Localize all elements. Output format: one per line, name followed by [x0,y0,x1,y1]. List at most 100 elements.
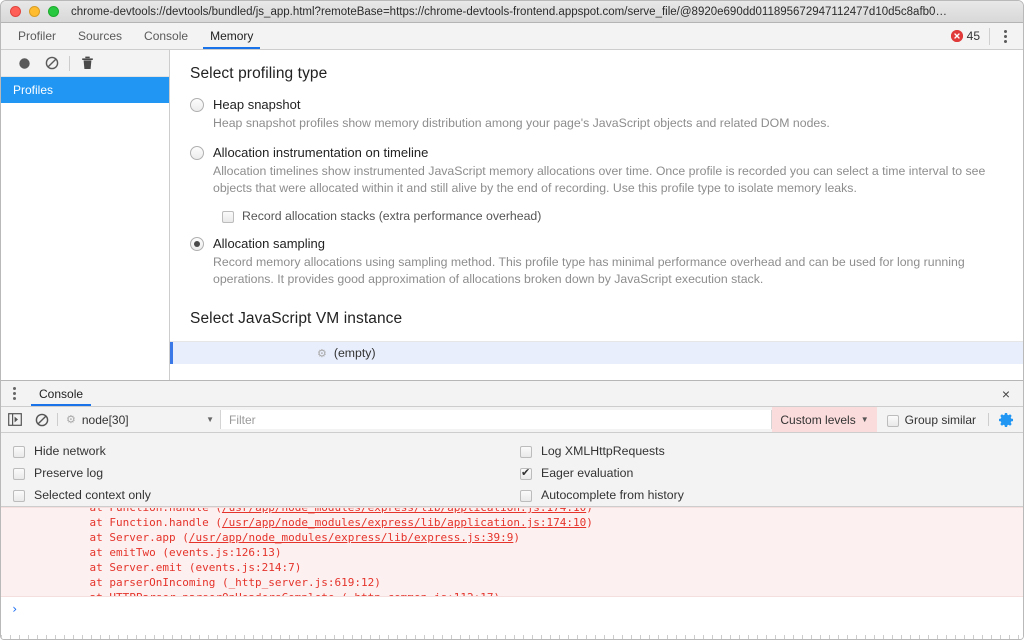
setting-log-xmlhttprequests[interactable]: Log XMLHttpRequests [520,440,1023,462]
devtools-window: chrome-devtools://devtools/bundled/js_ap… [0,0,1024,640]
console-settings-gear-icon[interactable] [991,407,1023,432]
checkbox-icon [13,446,25,458]
gear-icon: ⚙ [66,414,76,426]
stack-trace-source-link[interactable]: /usr/app/node_modules/express/lib/applic… [222,508,586,514]
setting-label: Eager evaluation [541,466,634,480]
tab-profiler[interactable]: Profiler [7,23,67,49]
console-toolbar-right [986,407,1023,432]
setting-eager-evaluation[interactable]: Eager evaluation [520,462,1023,484]
record-icon[interactable] [10,51,38,75]
checkbox-icon [222,211,234,223]
devtools-tab-strip-right: 45 [950,23,1023,49]
close-window-button[interactable] [10,6,21,17]
setting-selected-context-only[interactable]: Selected context only [13,484,512,506]
tab-memory[interactable]: Memory [199,23,264,49]
page-title: Select profiling type [190,65,328,82]
drawer-tab-console[interactable]: Console [27,381,95,406]
setting-label: Autocomplete from history [541,488,684,502]
setting-label: Log XMLHttpRequests [541,444,665,458]
setting-preserve-log[interactable]: Preserve log [13,462,512,484]
vm-instance-list: ⚙ (empty) [170,341,1023,380]
tab-sources[interactable]: Sources [67,23,133,49]
tab-console[interactable]: Console [133,23,199,49]
setting-label: Selected context only [34,488,151,502]
checkbox-icon-checked [520,466,532,480]
checkbox-record-allocation-stacks[interactable]: Record allocation stacks (extra performa… [222,209,999,223]
console-settings-right-column: Log XMLHttpRequests Eager evaluation Aut… [512,440,1023,506]
setting-autocomplete-from-history[interactable]: Autocomplete from history [520,484,1023,506]
stack-trace-source-link[interactable]: /usr/app/node_modules/express/lib/applic… [222,516,586,529]
clear-icon[interactable] [38,51,66,75]
group-similar-toggle[interactable]: Group similar [877,407,986,432]
setting-label: Hide network [34,444,106,458]
stack-trace-line: at HTTPParser.parserOnHeadersComplete (_… [63,590,1023,596]
allocation-sampling-description: Record memory allocations using sampling… [213,255,965,286]
vm-list-empty-space [170,364,1023,380]
console-settings-left-column: Hide network Preserve log Selected conte… [1,440,512,506]
console-output[interactable]: at Function.handle (/usr/app/node_module… [1,507,1023,639]
radio-icon [190,146,204,160]
memory-sidebar-toolbar [1,50,169,77]
filter-input[interactable] [220,410,773,429]
radio-icon [190,98,204,112]
console-sidebar-icon[interactable] [1,407,28,432]
console-error-message[interactable]: at Function.handle (/usr/app/node_module… [1,507,1023,597]
execution-context-selector[interactable]: ⚙ node[30] ▼ [60,407,220,432]
clear-console-icon[interactable] [28,407,55,432]
log-level-selector[interactable]: Custom levels ▼ [772,407,877,432]
radio-allocation-sampling[interactable]: Allocation sampling [190,235,999,252]
setting-hide-network[interactable]: Hide network [13,440,512,462]
stack-trace-source-link[interactable]: /usr/app/node_modules/express/lib/expres… [189,531,514,544]
stack-trace-line: at emitTwo (events.js:126:13) [63,546,282,559]
drawer-tab-strip: Console × [1,381,1023,407]
error-count: 45 [966,29,980,43]
toolbar-divider [57,413,58,426]
radio-label: Heap snapshot [213,97,301,112]
drawer-menu-icon[interactable] [1,381,27,406]
stack-trace-line: at Function.handle (/usr/app/node_module… [63,508,1023,515]
log-level-label: Custom levels [780,412,856,427]
console-settings-panel: Hide network Preserve log Selected conte… [1,433,1023,507]
toolbar-divider [988,413,989,426]
minimize-window-button[interactable] [29,6,40,17]
vm-instance-title: Select JavaScript VM instance [190,310,403,327]
group-similar-label: Group similar [904,412,976,427]
error-badge[interactable]: 45 [950,27,990,45]
sidebar-item-profiles[interactable]: Profiles [1,77,169,103]
checkbox-icon [520,490,532,502]
vm-instance-row[interactable]: ⚙ (empty) [170,342,1023,364]
heap-snapshot-description: Heap snapshot profiles show memory distr… [213,116,830,130]
window-controls [1,6,59,17]
window-title-url: chrome-devtools://devtools/bundled/js_ap… [71,5,1023,18]
radio-allocation-instrumentation[interactable]: Allocation instrumentation on timeline [190,144,999,161]
error-icon [950,30,963,42]
profiling-type-section: Select profiling type Heap snapshot Heap… [170,65,1023,328]
devtools-main-menu-icon[interactable] [994,25,1016,47]
window-resize-grip [1,635,1023,639]
checkbox-icon [13,490,25,502]
checkbox-icon [13,468,25,480]
error-stack-trace: at Function.handle (/usr/app/node_module… [1,508,1023,596]
toolbar-divider [69,55,70,71]
stack-trace-line: at Function.handle (/usr/app/node_module… [63,516,593,529]
stack-trace-line: at Server.app (/usr/app/node_modules/exp… [63,531,520,544]
radio-heap-snapshot[interactable]: Heap snapshot [190,96,999,113]
devtools-tabs: Profiler Sources Console Memory [1,23,264,49]
gear-icon: ⚙ [317,347,327,360]
console-prompt[interactable]: › [1,597,1023,639]
maximize-window-button[interactable] [48,6,59,17]
prompt-caret-icon: › [11,602,19,616]
console-toolbar: ⚙ node[30] ▼ Custom levels ▼ Group simil… [1,407,1023,433]
vm-instance-label: (empty) [333,346,376,360]
stack-trace-line: at parserOnIncoming (_http_server.js:619… [63,576,381,589]
devtools-tab-strip: Profiler Sources Console Memory 45 [1,23,1023,50]
trash-icon[interactable] [73,51,101,75]
checkbox-label: Record allocation stacks (extra performa… [242,209,542,223]
checkbox-icon [520,446,532,458]
radio-label: Allocation instrumentation on timeline [213,145,429,160]
memory-content-panel: Select profiling type Heap snapshot Heap… [170,50,1023,380]
close-icon[interactable]: × [989,381,1023,406]
console-drawer: Console × ⚙ node[30] ▼ Filter Custom lev… [1,380,1023,639]
stack-trace-line: at Server.emit (events.js:214:7) [63,561,302,574]
radio-label: Allocation sampling [213,236,326,251]
